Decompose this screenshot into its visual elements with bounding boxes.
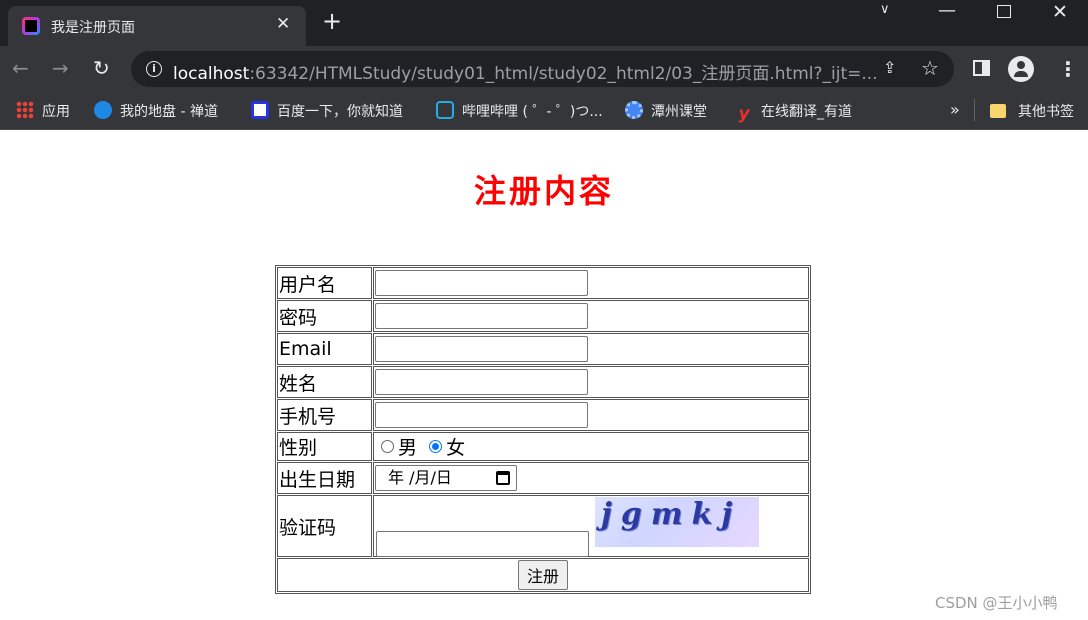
url-path: :63342/HTMLStudy/study01_html/study02_ht… — [249, 64, 878, 84]
bookmark-label: 我的地盘 - 禅道 — [120, 104, 218, 120]
birthday-label: 出生日期 — [277, 462, 372, 494]
new-tab-icon[interactable]: + — [322, 9, 342, 33]
form-row-gender: 性别 男 女 — [277, 432, 809, 461]
site-info-icon[interactable]: i — [146, 61, 162, 77]
registration-form: 用户名 密码 Email 姓名 手机号 性别 男 女 出生日期 年 /月/日 验… — [275, 265, 811, 594]
form-row-name: 姓名 — [277, 366, 809, 398]
folder-icon — [990, 104, 1006, 118]
phone-label: 手机号 — [277, 399, 372, 431]
bookmarks-bar: 应用 我的地盘 - 禅道 百度一下，你就知道 哔哩哔哩 ( ゜- ゜)つ... … — [0, 92, 1088, 130]
browser-tab[interactable]: 我是注册页面 ✕ — [8, 6, 306, 46]
reload-icon[interactable]: ↻ — [93, 57, 110, 79]
gender-label: 性别 — [277, 432, 372, 461]
back-arrow-icon[interactable]: ← — [12, 57, 29, 79]
form-row-username: 用户名 — [277, 267, 809, 299]
bookmark-label: 百度一下，你就知道 — [277, 104, 403, 120]
profile-avatar-icon[interactable] — [1008, 56, 1034, 82]
tab-search-chevron-icon[interactable]: ∨ — [880, 2, 890, 17]
gender-option-female[interactable]: 女 — [429, 433, 465, 460]
password-cell — [373, 300, 809, 332]
name-label: 姓名 — [277, 366, 372, 398]
tab-close-icon[interactable]: ✕ — [276, 14, 290, 34]
bookmarks-separator — [974, 99, 975, 121]
email-cell — [373, 333, 809, 365]
form-row-birthday: 出生日期 年 /月/日 — [277, 462, 809, 494]
kebab-menu-icon[interactable]: ⋮ — [1058, 57, 1078, 81]
bookmark-label: 潭州课堂 — [651, 104, 707, 120]
url-host: localhost — [173, 64, 250, 84]
registration-table: 用户名 密码 Email 姓名 手机号 性别 男 女 出生日期 年 /月/日 验… — [275, 265, 811, 594]
baidu-paw-icon — [251, 101, 269, 119]
browser-toolbar: ← → ↻ i localhost:63342/HTMLStudy/study0… — [0, 46, 1088, 92]
birthday-placeholder: 年 /月/日 — [388, 468, 452, 487]
birthday-date-input[interactable]: 年 /月/日 — [375, 465, 517, 491]
side-panel-icon[interactable] — [973, 60, 990, 76]
bookmarks-overflow-icon[interactable]: » — [950, 100, 960, 119]
bookmark-apps[interactable]: 应用 — [16, 101, 70, 121]
submit-cell: 注册 — [277, 558, 809, 592]
bookmark-label: 哔哩哔哩 ( ゜- ゜)つ... — [462, 104, 603, 120]
gender-option-male[interactable]: 男 — [381, 433, 417, 460]
captcha-cell: jgmkj — [373, 495, 809, 557]
gear-icon — [625, 101, 643, 119]
bookmark-tanzhou[interactable]: 潭州课堂 — [625, 101, 707, 121]
captcha-image-text: jgmkj — [601, 497, 742, 532]
browser-tabstrip: 我是注册页面 ✕ + ∨ — ✕ — [0, 0, 1088, 46]
zentao-icon — [94, 101, 112, 119]
gender-cell: 男 女 — [373, 432, 809, 461]
username-input[interactable] — [375, 270, 588, 296]
bilibili-tv-icon — [436, 101, 454, 119]
register-button[interactable]: 注册 — [517, 560, 568, 590]
minimize-icon[interactable]: — — [938, 0, 956, 21]
gender-male-label: 男 — [398, 437, 418, 459]
password-label: 密码 — [277, 300, 372, 332]
name-cell — [373, 366, 809, 398]
bookmark-label: 在线翻译_有道 — [761, 104, 852, 120]
csdn-watermark: CSDN @王小小鸭 — [935, 594, 1058, 612]
bookmark-zentao[interactable]: 我的地盘 - 禅道 — [94, 101, 218, 121]
tab-title: 我是注册页面 — [51, 20, 135, 36]
form-row-captcha: 验证码 jgmkj — [277, 495, 809, 557]
captcha-image[interactable]: jgmkj — [595, 497, 759, 547]
gender-radio-male[interactable] — [381, 440, 394, 453]
phone-input[interactable] — [375, 402, 588, 428]
gender-radio-female[interactable] — [429, 440, 443, 453]
address-bar[interactable]: i localhost:63342/HTMLStudy/study01_html… — [131, 51, 954, 87]
form-row-phone: 手机号 — [277, 399, 809, 431]
captcha-label: 验证码 — [277, 495, 372, 557]
password-input[interactable] — [375, 303, 588, 329]
maximize-icon[interactable] — [997, 5, 1011, 18]
birthday-cell: 年 /月/日 — [373, 462, 809, 494]
email-label: Email — [277, 333, 372, 365]
form-row-email: Email — [277, 333, 809, 365]
gender-female-label: 女 — [446, 437, 466, 459]
youdao-icon: y — [738, 104, 750, 124]
form-row-password: 密码 — [277, 300, 809, 332]
window-close-icon[interactable]: ✕ — [1052, 1, 1068, 23]
intellij-favicon-icon — [22, 17, 40, 35]
bookmark-youdao[interactable]: y 在线翻译_有道 — [735, 101, 852, 124]
forward-arrow-icon[interactable]: → — [52, 57, 69, 79]
share-icon[interactable]: ⇪ — [883, 58, 896, 77]
other-bookmarks-label: 其他书签 — [1018, 104, 1074, 120]
url-text[interactable]: localhost:63342/HTMLStudy/study01_html/s… — [173, 59, 878, 84]
captcha-input[interactable] — [376, 531, 589, 557]
form-row-submit: 注册 — [277, 558, 809, 592]
bookmark-bilibili[interactable]: 哔哩哔哩 ( ゜- ゜)つ... — [436, 101, 603, 121]
other-bookmarks-folder[interactable]: 其他书签 — [990, 101, 1074, 121]
page-title: 注册内容 — [473, 172, 614, 210]
apps-grid-icon — [16, 101, 34, 119]
name-input[interactable] — [375, 369, 588, 395]
phone-cell — [373, 399, 809, 431]
bookmark-label: 应用 — [42, 104, 70, 120]
email-input[interactable] — [375, 336, 588, 362]
username-label: 用户名 — [277, 267, 372, 299]
bookmark-star-icon[interactable]: ☆ — [921, 56, 939, 80]
calendar-icon[interactable] — [496, 471, 510, 485]
bookmark-baidu[interactable]: 百度一下，你就知道 — [251, 101, 403, 121]
username-cell — [373, 267, 809, 299]
